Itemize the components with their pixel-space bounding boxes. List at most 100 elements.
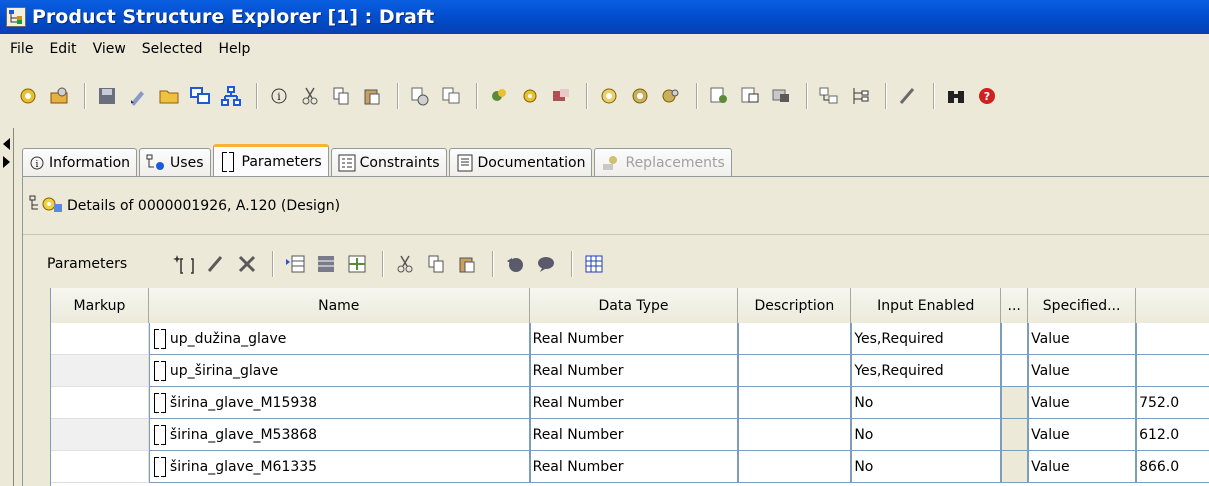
- folder-icon[interactable]: [155, 82, 183, 110]
- insert-existing-icon[interactable]: [516, 82, 544, 110]
- description-cell[interactable]: [738, 419, 852, 451]
- find-occurrence-icon[interactable]: [815, 82, 843, 110]
- tab-uses[interactable]: Uses: [139, 148, 211, 176]
- edit-brush-icon[interactable]: [124, 82, 152, 110]
- cut-icon[interactable]: [391, 250, 419, 278]
- menu-view[interactable]: View: [85, 41, 134, 57]
- description-cell[interactable]: [738, 355, 852, 387]
- part-unlink-icon[interactable]: [437, 82, 465, 110]
- input-enabled-cell[interactable]: Yes,Required: [851, 323, 1002, 355]
- copy-icon[interactable]: [422, 250, 450, 278]
- name-cell[interactable]: širina_glave_M15938: [148, 387, 530, 419]
- structure-icon[interactable]: [217, 82, 245, 110]
- name-cell[interactable]: širina_glave_M53868: [148, 419, 530, 451]
- input-enabled-cell[interactable]: No: [851, 419, 1002, 451]
- move-row-icon[interactable]: [343, 250, 371, 278]
- side-collapse-strip[interactable]: [0, 128, 14, 486]
- input-enabled-cell[interactable]: Yes,Required: [851, 355, 1002, 387]
- description-cell[interactable]: [738, 323, 852, 355]
- tab-constraints[interactable]: Constraints: [330, 148, 447, 176]
- column-header-markup[interactable]: Markup: [51, 288, 149, 323]
- data-type-cell[interactable]: Real Number: [529, 451, 739, 483]
- value-cell[interactable]: 612.0: [1136, 419, 1209, 451]
- extra-cell[interactable]: [1001, 387, 1029, 419]
- specified-cell[interactable]: Value: [1028, 419, 1137, 451]
- extra-cell[interactable]: [1001, 451, 1029, 483]
- open-part-icon[interactable]: [45, 82, 73, 110]
- table-row[interactable]: up_širina_glave Real Number Yes,Required…: [51, 355, 1209, 387]
- description-cell[interactable]: [738, 451, 852, 483]
- data-type-cell[interactable]: Real Number: [529, 419, 739, 451]
- description-cell[interactable]: [738, 387, 852, 419]
- menu-help[interactable]: Help: [211, 41, 259, 57]
- delete-parameter-icon[interactable]: [233, 250, 261, 278]
- new-part-gear-icon[interactable]: [14, 82, 42, 110]
- name-cell[interactable]: up_dužina_glave: [148, 323, 530, 355]
- expand-right-icon[interactable]: [3, 156, 10, 168]
- column-header-description[interactable]: Description: [738, 288, 852, 323]
- configure-icon[interactable]: [595, 82, 623, 110]
- table-row[interactable]: širina_glave_M15938 Real Number No Value…: [51, 387, 1209, 419]
- specified-cell[interactable]: Value: [1028, 355, 1137, 387]
- value-cell[interactable]: [1136, 355, 1209, 387]
- tree-view-icon[interactable]: [846, 82, 874, 110]
- table-row[interactable]: up_dužina_glave Real Number Yes,Required…: [51, 323, 1209, 355]
- extra-cell[interactable]: [1001, 355, 1029, 387]
- help-icon[interactable]: ?: [973, 82, 1001, 110]
- input-enabled-cell[interactable]: No: [851, 451, 1002, 483]
- cut-icon[interactable]: [296, 82, 324, 110]
- title-bar[interactable]: Product Structure Explorer [1] : Draft: [0, 0, 1209, 34]
- tab-documentation[interactable]: Documentation: [448, 148, 593, 176]
- attach-document-icon[interactable]: [705, 82, 733, 110]
- menu-file[interactable]: File: [2, 41, 41, 57]
- column-header-specified[interactable]: Specified...: [1028, 288, 1137, 323]
- column-header-value[interactable]: [1136, 288, 1209, 323]
- column-header-extra[interactable]: ...: [1001, 288, 1029, 323]
- save-icon[interactable]: [93, 82, 121, 110]
- markup-cell[interactable]: [51, 387, 149, 419]
- configure-options-icon[interactable]: [626, 82, 654, 110]
- name-cell[interactable]: up_širina_glave: [148, 355, 530, 387]
- value-cell[interactable]: 752.0: [1136, 387, 1209, 419]
- copy-icon[interactable]: [327, 82, 355, 110]
- markup-cell[interactable]: [51, 355, 149, 387]
- new-parameter-icon[interactable]: [171, 250, 199, 278]
- column-header-data-type[interactable]: Data Type: [529, 288, 739, 323]
- edit-parameter-icon[interactable]: [202, 250, 230, 278]
- menu-selected[interactable]: Selected: [134, 41, 211, 57]
- grid-view-icon[interactable]: [580, 250, 608, 278]
- data-type-cell[interactable]: Real Number: [529, 323, 739, 355]
- menu-edit[interactable]: Edit: [41, 41, 84, 57]
- attach-ref-icon[interactable]: [736, 82, 764, 110]
- specified-cell[interactable]: Value: [1028, 451, 1137, 483]
- extra-cell[interactable]: [1001, 419, 1029, 451]
- paste-icon[interactable]: [358, 82, 386, 110]
- tab-information[interactable]: i Information: [22, 148, 138, 176]
- part-link-icon[interactable]: [406, 82, 434, 110]
- input-enabled-cell[interactable]: No: [851, 387, 1002, 419]
- specified-cell[interactable]: Value: [1028, 323, 1137, 355]
- insert-row-icon[interactable]: [281, 250, 309, 278]
- windows-icon[interactable]: [186, 82, 214, 110]
- paste-icon[interactable]: [453, 250, 481, 278]
- data-type-cell[interactable]: Real Number: [529, 355, 739, 387]
- value-cell[interactable]: [1136, 323, 1209, 355]
- table-row[interactable]: širina_glave_M61335 Real Number No Value…: [51, 451, 1209, 483]
- info-icon[interactable]: i: [265, 82, 293, 110]
- data-type-cell[interactable]: Real Number: [529, 387, 739, 419]
- collapse-left-icon[interactable]: [3, 138, 10, 150]
- markup-cell[interactable]: [51, 451, 149, 483]
- column-header-input-enabled[interactable]: Input Enabled: [851, 288, 1002, 323]
- binoculars-icon[interactable]: [942, 82, 970, 110]
- configure-user-icon[interactable]: [657, 82, 685, 110]
- markup-cell[interactable]: [51, 323, 149, 355]
- remove-reference-icon[interactable]: [767, 82, 795, 110]
- value-cell[interactable]: 866.0: [1136, 451, 1209, 483]
- pencil-icon[interactable]: [894, 82, 922, 110]
- name-cell[interactable]: širina_glave_M61335: [148, 451, 530, 483]
- insert-part-icon[interactable]: [485, 82, 513, 110]
- table-row[interactable]: širina_glave_M53868 Real Number No Value…: [51, 419, 1209, 451]
- comment-icon[interactable]: [532, 250, 560, 278]
- column-header-name[interactable]: Name: [148, 288, 530, 323]
- specified-cell[interactable]: Value: [1028, 387, 1137, 419]
